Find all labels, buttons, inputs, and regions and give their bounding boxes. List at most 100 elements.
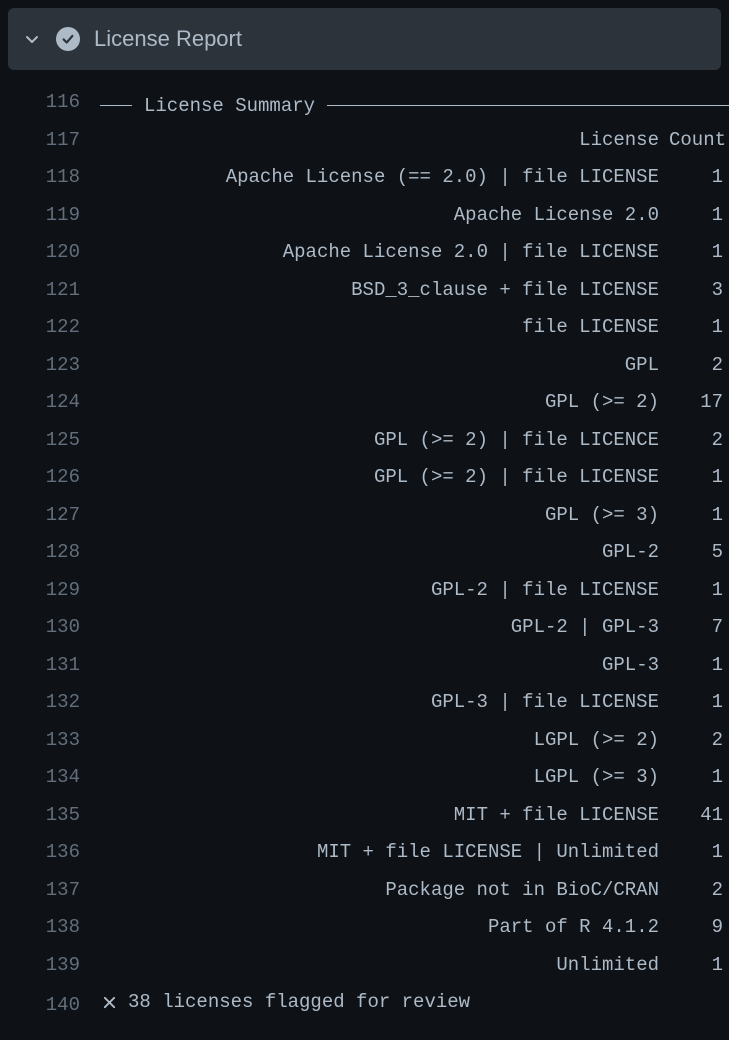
table-row: BSD_3_clause + file LICENSE3: [100, 272, 729, 310]
code-line: 119Apache License 2.01: [0, 197, 729, 235]
line-number: 127: [0, 497, 100, 535]
line-number: 128: [0, 534, 100, 572]
code-line: 131GPL-31: [0, 647, 729, 685]
check-icon: [61, 32, 75, 46]
license-count: 2: [669, 347, 729, 385]
line-number: 120: [0, 234, 100, 272]
license-count: 41: [669, 797, 729, 835]
license-count: 9: [669, 909, 729, 947]
code-line: 138Part of R 4.1.29: [0, 909, 729, 947]
status-badge-success: [56, 27, 80, 51]
license-count: 1: [669, 309, 729, 347]
line-number: 140: [0, 987, 100, 1025]
panel-header: License Report: [8, 8, 721, 70]
code-line: 132GPL-3 | file LICENSE1: [0, 684, 729, 722]
table-row: Apache License 2.0 | file LICENSE1: [100, 234, 729, 272]
license-name: MIT + file LICENSE | Unlimited: [100, 834, 669, 872]
code-line: 129GPL-2 | file LICENSE1: [0, 572, 729, 610]
license-name: GPL-3: [100, 647, 669, 685]
license-count: 2: [669, 722, 729, 760]
panel-title: License Report: [94, 26, 242, 52]
license-name: GPL-2 | GPL-3: [100, 609, 669, 647]
license-count: 1: [669, 834, 729, 872]
license-count: 1: [669, 572, 729, 610]
license-count: 5: [669, 534, 729, 572]
table-row: LGPL (>= 3)1: [100, 759, 729, 797]
table-row: Part of R 4.1.29: [100, 909, 729, 947]
code-line: 125GPL (>= 2) | file LICENCE2: [0, 422, 729, 460]
license-count: 1: [669, 647, 729, 685]
license-count: 7: [669, 609, 729, 647]
license-count: 1: [669, 947, 729, 985]
code-line: 133LGPL (>= 2)2: [0, 722, 729, 760]
line-number: 133: [0, 722, 100, 760]
horizontal-rule-icon: [100, 105, 132, 106]
license-name: Apache License (== 2.0) | file LICENSE: [100, 159, 669, 197]
license-name: GPL (>= 3): [100, 497, 669, 535]
line-number: 137: [0, 872, 100, 910]
code-line: 139Unlimited1: [0, 947, 729, 985]
column-header-count: Count: [669, 122, 729, 160]
table-row: Package not in BioC/CRAN2: [100, 872, 729, 910]
table-row: GPL2: [100, 347, 729, 385]
license-name: Unlimited: [100, 947, 669, 985]
license-name: BSD_3_clause + file LICENSE: [100, 272, 669, 310]
table-row: GPL-2 | GPL-37: [100, 609, 729, 647]
code-line: 137Package not in BioC/CRAN2: [0, 872, 729, 910]
table-row: GPL-31: [100, 647, 729, 685]
line-number: 116: [0, 84, 100, 122]
horizontal-rule-icon: [327, 105, 729, 106]
table-row: GPL (>= 2)17: [100, 384, 729, 422]
license-name: GPL-2 | file LICENSE: [100, 572, 669, 610]
license-count: 1: [669, 234, 729, 272]
license-count: 1: [669, 684, 729, 722]
license-count: 3: [669, 272, 729, 310]
license-name: GPL (>= 2) | file LICENCE: [100, 422, 669, 460]
license-name: GPL (>= 2) | file LICENSE: [100, 459, 669, 497]
code-line: 128GPL-25: [0, 534, 729, 572]
license-count: 1: [669, 197, 729, 235]
code-line: 116License Summary: [0, 84, 729, 122]
license-count: 2: [669, 872, 729, 910]
line-number: 124: [0, 384, 100, 422]
table-row: file LICENSE1: [100, 309, 729, 347]
flagged-message: 38 licenses flagged for review: [128, 984, 470, 1022]
line-number: 130: [0, 609, 100, 647]
table-row: GPL (>= 2) | file LICENSE1: [100, 459, 729, 497]
code-line: 140 38 licenses flagged for review: [0, 984, 729, 1022]
license-name: Part of R 4.1.2: [100, 909, 669, 947]
license-name: GPL: [100, 347, 669, 385]
code-line: 117LicenseCount: [0, 122, 729, 160]
code-output: 116License Summary117LicenseCount118Apac…: [0, 70, 729, 1022]
section-title: License Summary: [140, 88, 319, 126]
line-number: 123: [0, 347, 100, 385]
code-line: 127GPL (>= 3)1: [0, 497, 729, 535]
license-count: 1: [669, 159, 729, 197]
license-name: LGPL (>= 2): [100, 722, 669, 760]
table-row: GPL (>= 2) | file LICENCE2: [100, 422, 729, 460]
table-row: MIT + file LICENSE41: [100, 797, 729, 835]
license-name: Package not in BioC/CRAN: [100, 872, 669, 910]
license-count: 1: [669, 459, 729, 497]
line-number: 136: [0, 834, 100, 872]
code-line: 124GPL (>= 2)17: [0, 384, 729, 422]
table-row: GPL (>= 3)1: [100, 497, 729, 535]
table-row: Unlimited1: [100, 947, 729, 985]
line-number: 125: [0, 422, 100, 460]
code-line: 122file LICENSE1: [0, 309, 729, 347]
code-line: 126GPL (>= 2) | file LICENSE1: [0, 459, 729, 497]
code-line: 135MIT + file LICENSE41: [0, 797, 729, 835]
table-row: Apache License 2.01: [100, 197, 729, 235]
line-number: 129: [0, 572, 100, 610]
license-name: MIT + file LICENSE: [100, 797, 669, 835]
license-count: 1: [669, 497, 729, 535]
line-number: 135: [0, 797, 100, 835]
line-number: 134: [0, 759, 100, 797]
chevron-down-icon: [24, 31, 40, 47]
collapse-toggle[interactable]: [22, 29, 42, 49]
line-number: 138: [0, 909, 100, 947]
license-name: LGPL (>= 3): [100, 759, 669, 797]
line-number: 132: [0, 684, 100, 722]
line-number: 119: [0, 197, 100, 235]
code-line: 136MIT + file LICENSE | Unlimited1: [0, 834, 729, 872]
